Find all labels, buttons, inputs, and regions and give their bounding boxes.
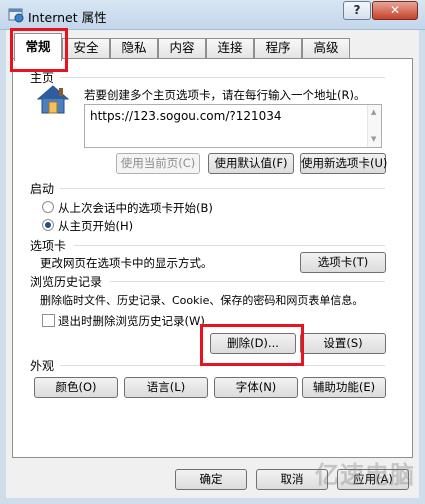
tabs-divider xyxy=(74,245,385,246)
window-title: Internet 属性 xyxy=(28,10,107,25)
scroll-up-icon[interactable]: ▲ xyxy=(371,108,376,116)
radio-last-session-label[interactable]: 从上次会话中的选项卡开始(B) xyxy=(58,200,213,216)
homepage-divider xyxy=(60,77,385,78)
tab-content[interactable]: 内容 xyxy=(158,38,206,58)
colors-button[interactable]: 颜色(O) xyxy=(34,377,118,398)
homepage-description: 若要创建多个主页选项卡，请在每行输入一个地址(R)。 xyxy=(84,88,366,102)
use-default-button[interactable]: 使用默认值(F) xyxy=(208,153,294,174)
internet-options-icon xyxy=(8,8,24,23)
startup-group-title: 启动 xyxy=(30,182,55,196)
tabs-settings-button[interactable]: 选项卡(T) xyxy=(300,252,386,273)
fonts-button[interactable]: 字体(N) xyxy=(214,377,298,398)
tab-privacy[interactable]: 隐私 xyxy=(110,38,158,58)
history-settings-button[interactable]: 设置(S) xyxy=(300,333,386,354)
accessibility-button[interactable]: 辅助功能(E) xyxy=(302,377,386,398)
tab-programs[interactable]: 程序 xyxy=(254,38,302,58)
watermark: 亿速电脑 xyxy=(315,461,415,489)
tab-security[interactable]: 安全 xyxy=(62,38,110,58)
delete-on-exit-checkbox[interactable] xyxy=(42,314,55,327)
delete-history-button[interactable]: 删除(D)... xyxy=(210,333,296,354)
delete-on-exit-label[interactable]: 退出时删除浏览历史记录(W) xyxy=(58,313,205,329)
tab-advanced[interactable]: 高级 xyxy=(302,38,350,58)
appearance-group-title: 外观 xyxy=(30,359,55,373)
startup-divider xyxy=(60,188,385,189)
tab-general[interactable]: 常规 xyxy=(14,33,62,61)
ok-button[interactable]: 确定 xyxy=(175,469,247,490)
close-button[interactable]: ✕ xyxy=(372,1,418,20)
homepage-url-text: https://123.sogou.com/?121034 xyxy=(90,109,282,123)
history-group-title: 浏览历史记录 xyxy=(30,275,103,289)
languages-button[interactable]: 语言(L) xyxy=(124,377,208,398)
use-current-button[interactable]: 使用当前页(C) xyxy=(116,153,200,174)
appearance-divider xyxy=(60,365,385,366)
radio-home-page[interactable] xyxy=(42,219,54,231)
radio-last-session[interactable] xyxy=(42,201,54,213)
radio-home-page-label[interactable]: 从主页开始(H) xyxy=(58,218,133,234)
use-new-tab-button[interactable]: 使用新选项卡(U) xyxy=(300,153,387,174)
history-description: 删除临时文件、历史记录、Cookie、保存的密码和网页表单信息。 xyxy=(40,294,364,307)
help-button[interactable]: ? xyxy=(343,1,371,20)
title-bar: Internet 属性 ? ✕ xyxy=(0,0,425,30)
homepage-url-textarea[interactable]: https://123.sogou.com/?121034 ▲ ▼ xyxy=(84,104,382,148)
tabs-description: 更改网页在选项卡中的显示方式。 xyxy=(40,256,213,270)
home-icon xyxy=(36,85,70,114)
scroll-down-icon[interactable]: ▼ xyxy=(371,135,376,143)
tabs-group-title: 选项卡 xyxy=(30,239,67,253)
history-divider xyxy=(110,281,385,282)
tab-connections[interactable]: 连接 xyxy=(206,38,254,58)
homepage-scrollbar[interactable]: ▲ ▼ xyxy=(367,105,381,147)
